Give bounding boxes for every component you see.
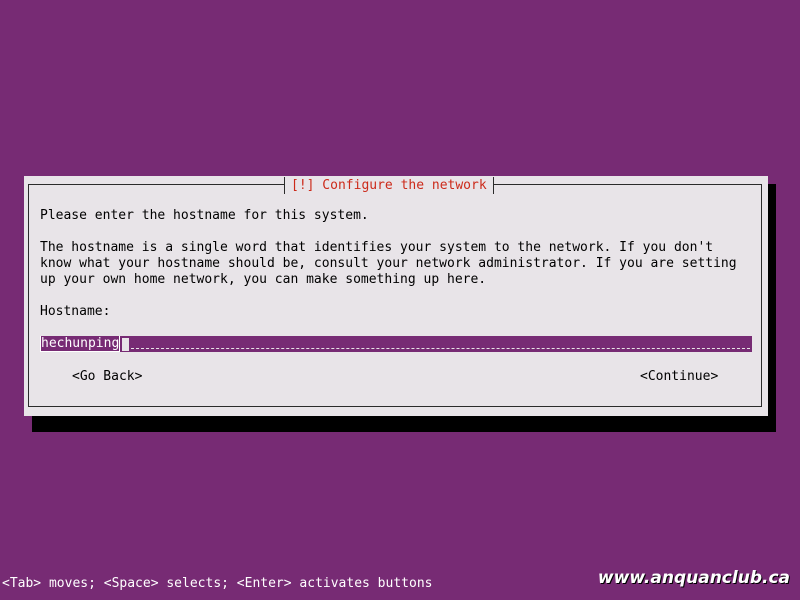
description-line-1: The hostname is a single word that ident…	[40, 240, 714, 255]
text-cursor	[122, 338, 130, 351]
hostname-label: Hostname:	[40, 304, 111, 319]
watermark: www.anquanclub.ca	[597, 568, 790, 588]
keyboard-help-line: <Tab> moves; <Space> selects; <Enter> ac…	[2, 576, 433, 591]
configure-network-dialog: [!] Configure the network Please enter t…	[24, 176, 768, 416]
hostname-input[interactable]: hechunping	[40, 336, 752, 352]
input-underscore-fill	[131, 348, 750, 349]
hostname-prompt: Please enter the hostname for this syste…	[40, 208, 369, 223]
continue-button[interactable]: <Continue>	[640, 369, 718, 385]
description-line-2: know what your hostname should be, consu…	[40, 256, 737, 271]
go-back-button[interactable]: <Go Back>	[72, 369, 142, 385]
description-line-3: up your own home network, you can make s…	[40, 272, 487, 287]
dialog-title: [!] Configure the network	[284, 177, 494, 194]
hostname-input-value: hechunping	[40, 336, 121, 352]
